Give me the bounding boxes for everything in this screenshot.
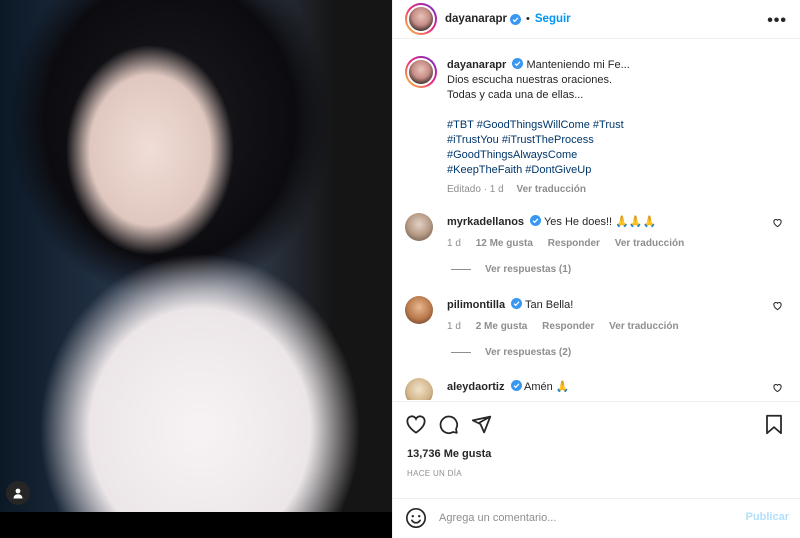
user-tag-icon[interactable]: [6, 481, 30, 505]
comment-time: 1 d: [447, 238, 461, 249]
hashtag-line[interactable]: #TBT #GoodThingsWillCome #Trust: [447, 118, 777, 133]
share-icon[interactable]: [471, 414, 492, 435]
caption-username[interactable]: dayanarapr: [447, 59, 506, 71]
caption-avatar[interactable]: [405, 56, 437, 88]
replies-line: [451, 269, 471, 270]
hashtag-line[interactable]: #iTrustYou #iTrustTheProcess: [447, 133, 777, 148]
comment-avatar[interactable]: [405, 213, 433, 241]
comment-heart-icon[interactable]: [772, 217, 783, 228]
post-time[interactable]: HACE UN DÍA: [407, 469, 462, 478]
comment-text: Yes He does!! 🙏🙏🙏: [543, 216, 657, 228]
post-image[interactable]: [0, 0, 392, 512]
bookmark-icon[interactable]: [765, 414, 783, 435]
comment-input[interactable]: [439, 508, 739, 528]
hashtag-line[interactable]: #KeepTheFaith #DontGiveUp: [447, 163, 777, 178]
comment-avatar[interactable]: [405, 296, 433, 324]
verified-icon: [510, 380, 522, 391]
caption-see-translation[interactable]: Ver traducción: [517, 184, 586, 195]
post-comment-button[interactable]: Publicar: [746, 511, 789, 523]
view-replies-button[interactable]: Ver respuestas (1): [451, 264, 571, 275]
comment-heart-icon[interactable]: [772, 300, 783, 311]
comment-icon[interactable]: [438, 414, 459, 435]
reply-button[interactable]: Responder: [548, 238, 600, 249]
see-translation-button[interactable]: Ver traducción: [615, 238, 684, 249]
comment-likes[interactable]: 2 Me gusta: [476, 321, 528, 332]
verified-icon: [511, 298, 523, 309]
view-replies-button[interactable]: Ver respuestas (2): [451, 347, 571, 358]
verified-icon: [510, 13, 522, 25]
comment-heart-icon[interactable]: [772, 382, 783, 393]
view-replies-label[interactable]: Ver respuestas (1): [485, 264, 571, 275]
post-sidebar: dayanarapr • Seguir ••• dayanarapr Mante…: [392, 0, 800, 538]
caption-line: Todas y cada una de ellas...: [447, 89, 584, 101]
comment-username[interactable]: aleydaortiz: [447, 381, 504, 393]
heart-icon[interactable]: [405, 414, 427, 434]
comments-scroll-area[interactable]: dayanarapr Manteniendo mi Fe... Dios esc…: [393, 40, 800, 400]
verified-icon: [530, 215, 542, 226]
post-actions: 13,736 Me gusta HACE UN DÍA Publicar: [393, 401, 800, 537]
verified-icon: [512, 58, 524, 69]
action-icons: [405, 414, 789, 436]
author-username[interactable]: dayanarapr: [445, 13, 507, 25]
caption-line: Manteniendo mi Fe...: [526, 59, 630, 71]
post-photo[interactable]: [0, 0, 392, 538]
comment-time: 1 d: [447, 321, 461, 332]
see-translation-button[interactable]: Ver traducción: [609, 321, 678, 332]
replies-line: [451, 352, 471, 353]
caption-edited-time: Editado · 1 d: [447, 184, 504, 195]
post-header: dayanarapr • Seguir •••: [393, 0, 800, 39]
comment-text: Tan Bella!: [524, 299, 574, 311]
view-replies-label[interactable]: Ver respuestas (2): [485, 347, 571, 358]
hashtag-line[interactable]: #GoodThingsAlwaysCome: [447, 148, 777, 163]
author-avatar[interactable]: [405, 3, 437, 35]
likes-count[interactable]: 13,736 Me gusta: [407, 448, 491, 460]
follow-button[interactable]: Seguir: [535, 13, 571, 25]
reply-button[interactable]: Responder: [542, 321, 594, 332]
comment-likes[interactable]: 12 Me gusta: [476, 238, 533, 249]
comment-avatar[interactable]: [405, 378, 433, 400]
header-separator: •: [526, 13, 530, 25]
comment-username[interactable]: myrkadellanos: [447, 216, 524, 228]
comment-text: Amén 🙏: [523, 381, 570, 393]
more-icon[interactable]: •••: [767, 12, 787, 30]
comment-username[interactable]: pilimontilla: [447, 299, 505, 311]
caption-line: Dios escucha nuestras oraciones.: [447, 74, 613, 86]
add-comment-bar: Publicar: [393, 498, 800, 538]
photo-bottom-bar: [0, 512, 392, 538]
emoji-icon[interactable]: [405, 507, 427, 529]
